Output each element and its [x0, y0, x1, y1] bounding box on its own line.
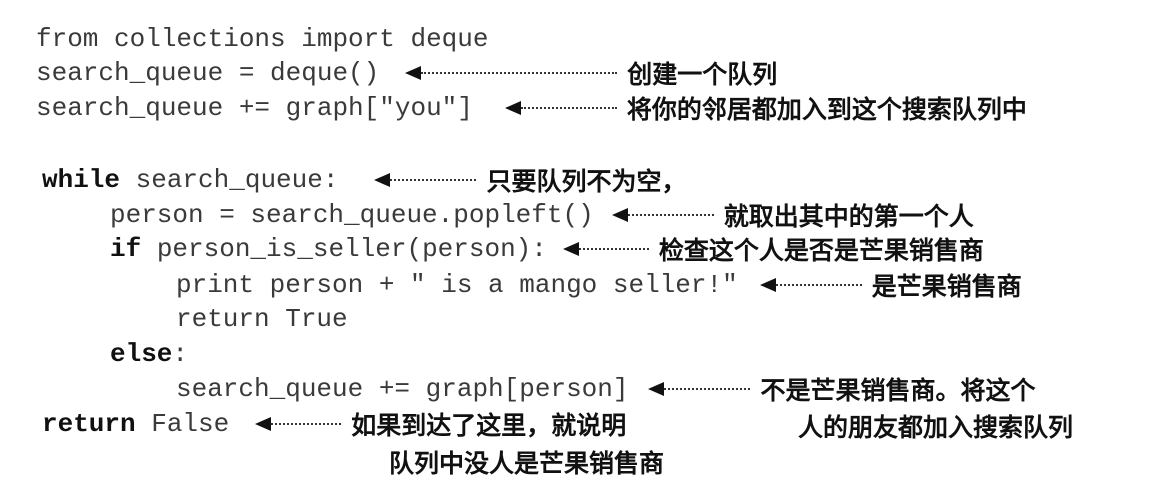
code-line-2: search_queue = deque() 创建一个队列	[36, 56, 777, 90]
left-arrow-icon	[255, 417, 342, 431]
code-line-11: return False 如果到达了这里，就说明	[42, 407, 626, 441]
code-line-8: return True	[176, 302, 348, 336]
code-line-10: search_queue += graph[person] 不是芒果销售商。将这…	[176, 372, 1036, 406]
code-text: search_queue += graph["you"]	[36, 93, 473, 123]
code-line-4: while search_queue: 只要队列不为空，	[42, 163, 686, 197]
annotation: 检查这个人是否是芒果销售商	[658, 236, 984, 265]
annotation: 如果到达了这里，就说明	[351, 411, 627, 440]
keyword-if: if	[110, 234, 142, 264]
code-text: search_queue = deque()	[36, 58, 380, 88]
annotation-continued: 队列中没人是芒果销售商	[389, 449, 665, 478]
code-text: from collections import deque	[36, 24, 489, 54]
left-arrow-icon	[648, 382, 751, 396]
code-text: person_is_seller(person):	[141, 234, 547, 264]
annotation: 就取出其中的第一个人	[723, 202, 974, 231]
code-line-6: if person_is_seller(person): 检查这个人是否是芒果销…	[110, 232, 984, 266]
annotation: 不是芒果销售商。将这个	[760, 376, 1036, 405]
code-line-1: from collections import deque	[36, 22, 488, 56]
annotation: 是芒果销售商	[871, 272, 1022, 301]
code-text: return True	[176, 304, 348, 334]
code-line-3: search_queue += graph["you"] 将你的邻居都加入到这个…	[36, 91, 1027, 125]
left-arrow-icon	[374, 173, 477, 187]
code-line-5: person = search_queue.popleft() 就取出其中的第一…	[110, 198, 974, 232]
annotation: 将你的邻居都加入到这个搜索队列中	[626, 95, 1027, 124]
left-arrow-icon	[759, 278, 862, 292]
code-text: print person + " is a mango seller!"	[176, 270, 738, 300]
code-text: search_queue:	[120, 165, 339, 195]
left-arrow-icon	[504, 101, 617, 115]
code-text: False	[135, 409, 230, 439]
code-line-9: else:	[110, 337, 188, 371]
annotation: 只要队列不为空，	[486, 167, 687, 196]
keyword-return: return	[42, 409, 136, 439]
left-arrow-icon	[562, 242, 649, 256]
code-line-7: print person + " is a mango seller!" 是芒果…	[176, 268, 1022, 302]
left-arrow-icon	[611, 208, 714, 222]
code-text: person = search_queue.popleft()	[110, 200, 594, 230]
left-arrow-icon	[405, 66, 618, 80]
code-text: search_queue += graph[person]	[176, 374, 629, 404]
annotation-continued: 人的朋友都加入搜索队列	[798, 413, 1074, 442]
keyword-while: while	[42, 165, 121, 195]
annotation: 创建一个队列	[627, 60, 778, 89]
keyword-else: else	[110, 339, 173, 369]
code-text: :	[172, 339, 189, 369]
